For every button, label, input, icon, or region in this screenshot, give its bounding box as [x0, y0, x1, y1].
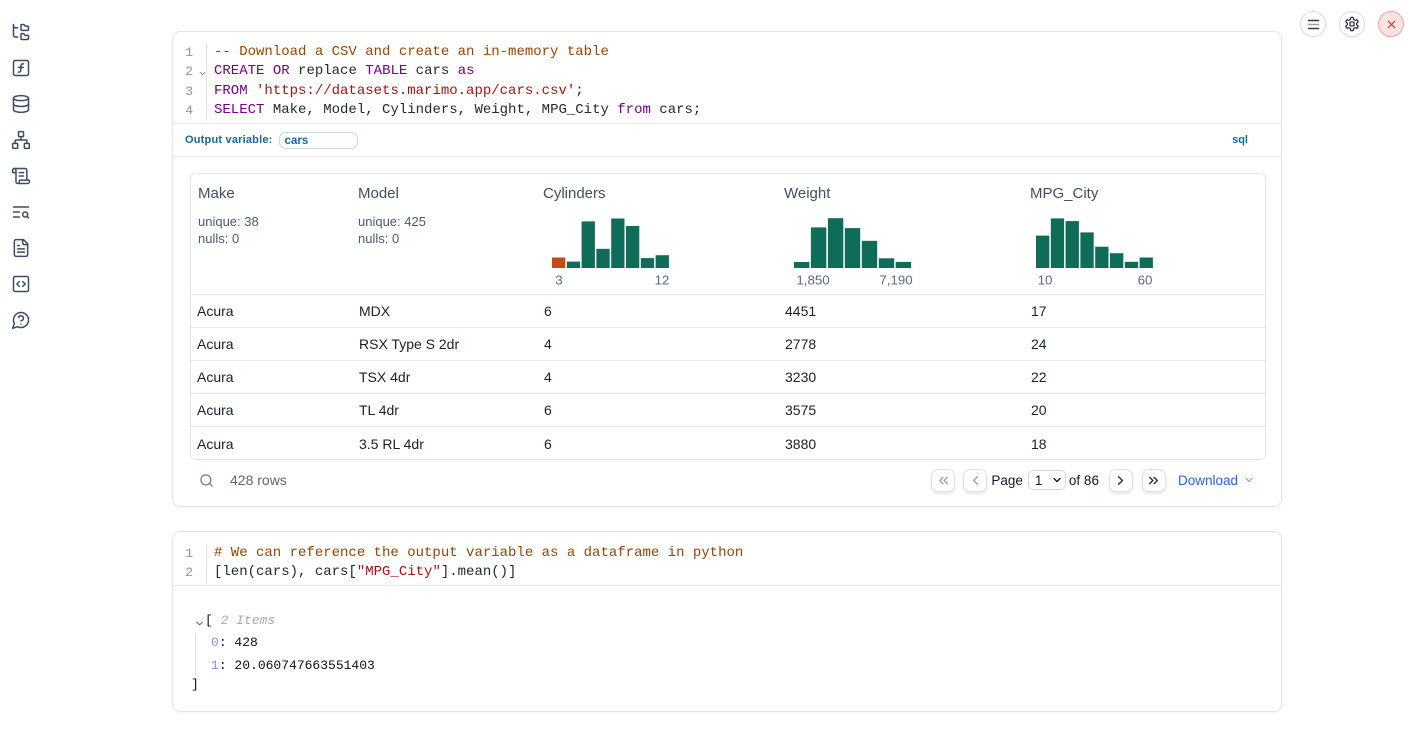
svg-text:3: 3 — [555, 273, 562, 287]
svg-text:60: 60 — [1138, 273, 1153, 287]
svg-text:10: 10 — [1038, 273, 1053, 287]
svg-text:1,850: 1,850 — [796, 273, 829, 287]
svg-text:12: 12 — [655, 273, 670, 287]
svg-text:7,190: 7,190 — [879, 273, 912, 287]
